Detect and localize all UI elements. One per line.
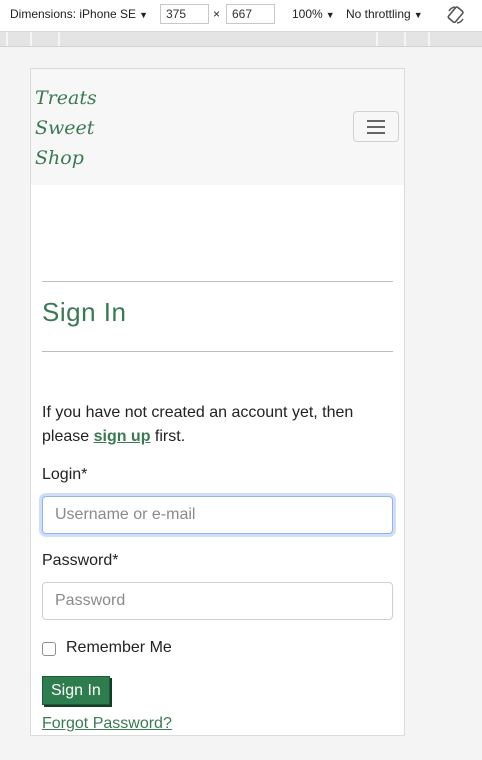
height-input[interactable]: 667 bbox=[226, 4, 275, 24]
ruler-divider bbox=[404, 32, 406, 46]
width-input[interactable]: 375 bbox=[160, 4, 209, 24]
intro-prefix: If you have not created an account yet, … bbox=[42, 404, 354, 445]
zoom-dropdown[interactable]: 100% ▼ bbox=[292, 7, 335, 21]
chevron-down-icon: ▼ bbox=[325, 10, 335, 20]
dimensions-label: Dimensions: iPhone SE bbox=[10, 7, 137, 21]
navbar-toggler-button[interactable] bbox=[353, 111, 399, 142]
page-title: Sign In bbox=[42, 297, 127, 327]
rotate-icon[interactable] bbox=[446, 5, 466, 25]
chevron-down-icon: ▼ bbox=[413, 10, 423, 20]
throttling-label: No throttling bbox=[346, 7, 411, 21]
times-separator: × bbox=[213, 7, 221, 21]
brand-logo-link[interactable]: Treats Sweet Shop bbox=[35, 83, 125, 173]
throttling-dropdown[interactable]: No throttling ▼ bbox=[346, 7, 423, 21]
emulated-viewport: Treats Sweet Shop Sign In If you have no… bbox=[30, 68, 405, 736]
login-label: Login* bbox=[42, 466, 88, 483]
ruler-divider bbox=[376, 32, 378, 46]
password-label: Password* bbox=[42, 552, 119, 569]
remember-me-checkbox[interactable] bbox=[42, 642, 56, 656]
brand-line-2: Sweet bbox=[35, 117, 95, 139]
ruler-divider bbox=[30, 32, 32, 46]
remember-me-label: Remember Me bbox=[66, 639, 172, 656]
login-input[interactable] bbox=[42, 496, 393, 534]
chevron-down-icon: ▼ bbox=[139, 10, 148, 20]
divider bbox=[42, 351, 393, 352]
intro-text: If you have not created an account yet, … bbox=[42, 401, 393, 449]
signup-link[interactable]: sign up bbox=[94, 428, 151, 445]
forgot-password-link[interactable]: Forgot Password? bbox=[42, 715, 172, 733]
password-input[interactable] bbox=[42, 582, 393, 620]
zoom-label: 100% bbox=[292, 7, 323, 21]
sign-in-button[interactable]: Sign In bbox=[42, 676, 110, 705]
devtools-device-toolbar: Dimensions: iPhone SE ▼ 375 × 667 100% ▼ N… bbox=[0, 0, 482, 32]
ruler-divider bbox=[428, 32, 430, 46]
media-query-ruler[interactable] bbox=[0, 32, 482, 47]
navbar: Treats Sweet Shop bbox=[31, 69, 404, 185]
ruler-divider bbox=[58, 32, 60, 46]
intro-suffix: first. bbox=[150, 428, 186, 445]
brand-line-3: Shop bbox=[35, 147, 84, 169]
divider bbox=[42, 281, 393, 282]
dimensions-dropdown[interactable]: Dimensions: iPhone SE ▼ bbox=[10, 7, 148, 21]
ruler-divider bbox=[6, 32, 8, 46]
brand-line-1: Treats bbox=[35, 87, 97, 109]
